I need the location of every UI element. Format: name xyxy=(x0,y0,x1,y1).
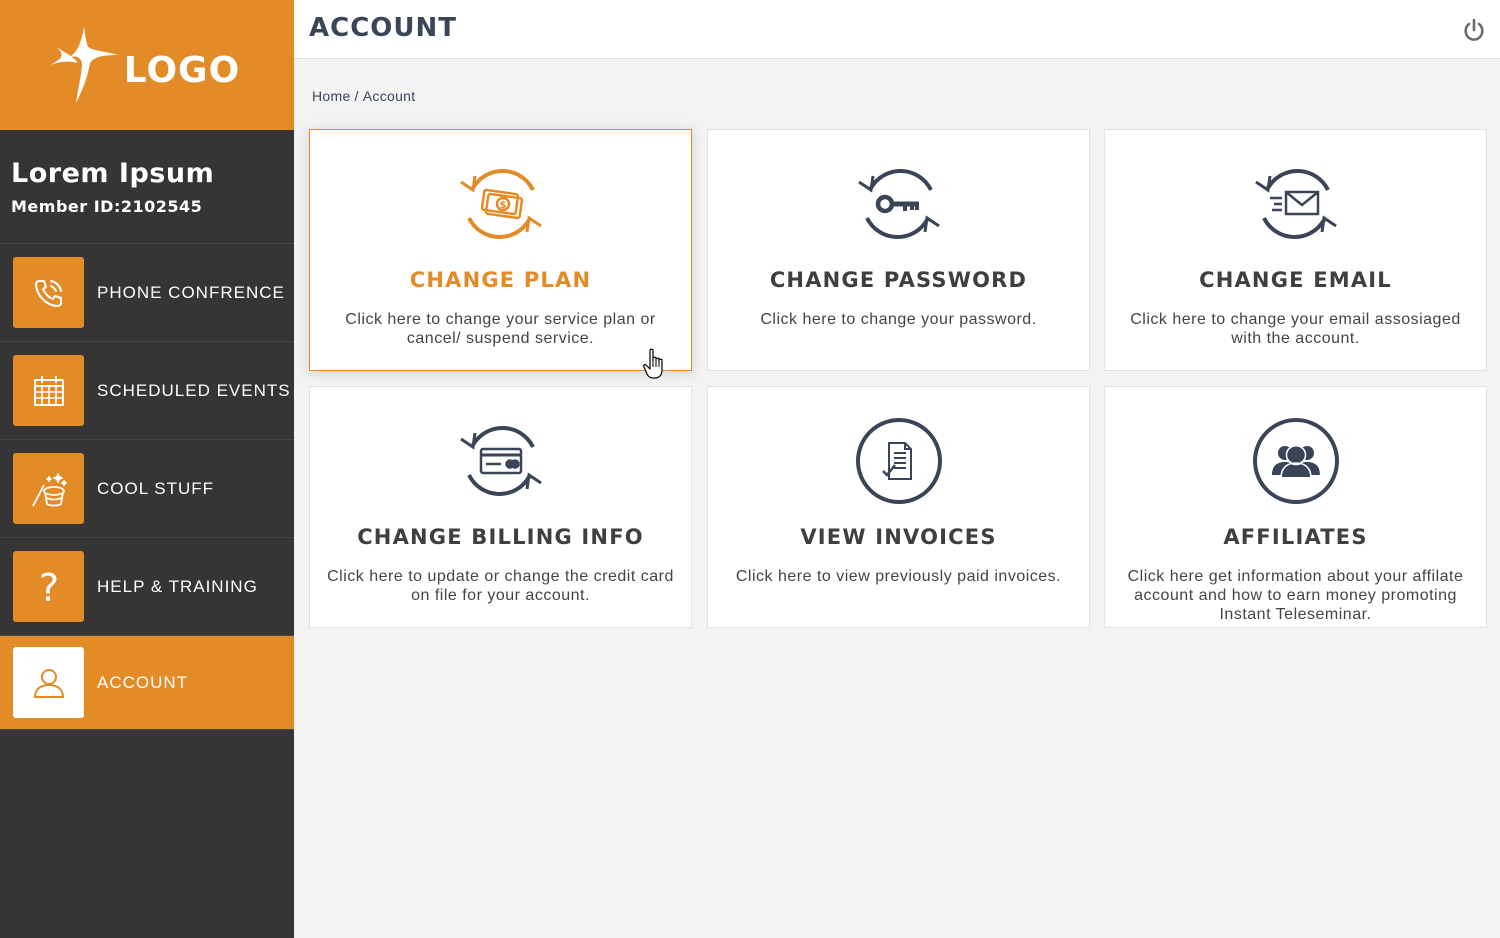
nav-label: PHONE CONFRENCE xyxy=(97,282,285,302)
money-refresh-icon: $ xyxy=(459,168,542,240)
card-title: AFFILIATES xyxy=(1223,525,1368,549)
question-icon: ? xyxy=(13,551,84,622)
card-title: CHANGE BILLING INFO xyxy=(357,525,644,549)
member-id: Member ID:2102545 xyxy=(11,197,203,216)
user-block: Lorem Ipsum Member ID:2102545 xyxy=(0,130,294,244)
card-title: CHANGE EMAIL xyxy=(1199,268,1392,292)
card-title: CHANGE PASSWORD xyxy=(769,268,1028,292)
key-refresh-icon xyxy=(857,168,940,240)
logo[interactable]: LOGO xyxy=(48,25,240,105)
card-change-email[interactable]: CHANGE EMAIL Click here to change your e… xyxy=(1104,129,1487,371)
power-button[interactable] xyxy=(1462,18,1486,42)
magic-hat-icon xyxy=(13,453,84,524)
breadcrumb-home[interactable]: Home xyxy=(312,88,351,104)
card-description: Click here to change your password. xyxy=(760,311,1037,328)
nav-item-phone-conference[interactable]: PHONE CONFRENCE xyxy=(0,244,294,342)
nav-item-account[interactable]: ACCOUNT xyxy=(0,636,294,730)
card-description: Click here to change your email assosiag… xyxy=(1130,311,1461,347)
people-icon xyxy=(1252,418,1339,504)
nav-label: HELP & TRAINING xyxy=(97,576,258,596)
hand-cursor-icon xyxy=(643,348,663,379)
power-icon xyxy=(1464,18,1484,41)
card-title: CHANGE PLAN xyxy=(409,268,592,292)
breadcrumb-separator: / xyxy=(354,88,359,104)
nav-item-help-training[interactable]: ? HELP & TRAINING xyxy=(0,538,294,636)
nav-item-cool-stuff[interactable]: COOL STUFF xyxy=(0,440,294,538)
topbar: ACCOUNT xyxy=(294,0,1500,59)
card-title: VIEW INVOICES xyxy=(800,525,997,549)
card-change-plan[interactable]: $ CHANGE PLAN Click here to change your … xyxy=(309,129,692,371)
envelope-refresh-icon xyxy=(1254,168,1337,240)
calendar-icon xyxy=(13,355,84,426)
page-title: ACCOUNT xyxy=(309,13,457,43)
svg-text:$: $ xyxy=(499,200,506,211)
nav-item-scheduled-events[interactable]: SCHEDULED EVENTS xyxy=(0,342,294,440)
nav-label: COOL STUFF xyxy=(97,478,215,498)
nav-label: ACCOUNT xyxy=(97,672,189,692)
phone-icon xyxy=(13,257,84,328)
breadcrumb-current: Account xyxy=(362,88,416,104)
card-view-invoices[interactable]: VIEW INVOICES Click here to view previou… xyxy=(707,386,1090,628)
card-description: Click here to change your service plan o… xyxy=(345,311,656,347)
card-affiliates[interactable]: AFFILIATES Click here get information ab… xyxy=(1104,386,1487,628)
card-description: Click here to update or change the credi… xyxy=(327,568,674,604)
card-description: Click here to view previously paid invoi… xyxy=(735,568,1062,585)
star-logo-icon xyxy=(49,27,118,103)
breadcrumb: Home / Account xyxy=(312,88,419,104)
invoice-icon xyxy=(855,418,942,504)
logo-text: LOGO xyxy=(123,49,241,91)
card-change-billing-info[interactable]: CHANGE BILLING INFO Click here to update… xyxy=(309,386,692,628)
nav-label: SCHEDULED EVENTS xyxy=(97,380,291,400)
logo-area: LOGO xyxy=(0,0,294,130)
credit-card-refresh-icon xyxy=(459,425,542,497)
card-change-password[interactable]: CHANGE PASSWORD Click here to change you… xyxy=(707,129,1090,371)
sidebar: LOGO Lorem Ipsum Member ID:2102545 PHONE… xyxy=(0,0,294,938)
user-icon xyxy=(13,647,84,718)
user-name: Lorem Ipsum xyxy=(11,158,215,189)
svg-text:?: ? xyxy=(38,567,58,607)
card-description: Click here get information about your af… xyxy=(1127,568,1464,623)
